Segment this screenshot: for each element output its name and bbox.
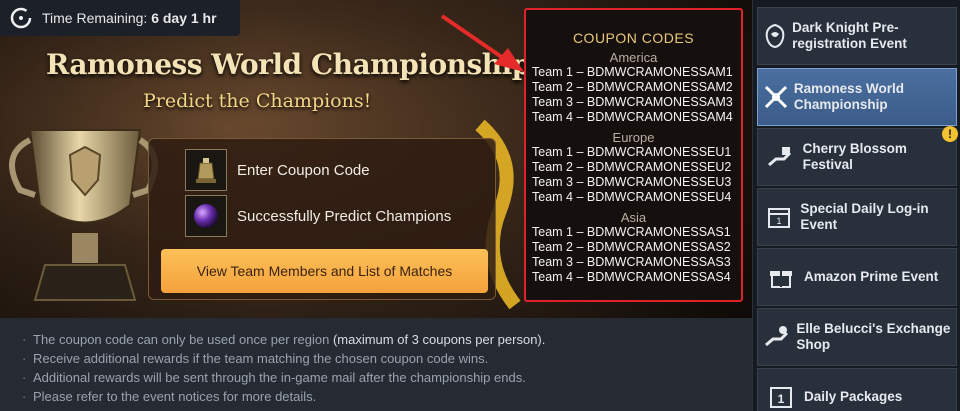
bullet-icon: ·	[22, 370, 27, 385]
note-text: Please refer to the event notices for mo…	[33, 389, 317, 404]
region-block-asia: Asia Team 1 – BDMWCRAMONESSAS1 Team 2 – …	[526, 210, 741, 285]
note-item: · Additional rewards will be sent through…	[22, 368, 752, 387]
reward-panel: Enter Coupon Code Successfully Predict C…	[148, 138, 496, 300]
sidebar-item-label: Amazon Prime Event	[804, 269, 939, 284]
svg-text:1: 1	[778, 392, 785, 406]
sidebar-item-amazon-prime[interactable]: Amazon Prime Event	[757, 248, 957, 306]
note-text: Receive additional rewards if the team m…	[33, 351, 489, 366]
view-team-members-button[interactable]: View Team Members and List of Matches	[161, 249, 488, 293]
coupon-code: Team 3 – BDMWCRAMONESSAM3	[532, 95, 733, 109]
alert-badge: !	[942, 126, 958, 142]
event-subtitle: Predict the Champions!	[143, 90, 372, 112]
coupon-code: Team 2 – BDMWCRAMONESSEU2	[532, 160, 732, 174]
bullet-icon: ·	[22, 351, 27, 366]
coupon-code: Team 2 – BDMWCRAMONESSAM2	[532, 80, 733, 94]
gift-box-icon	[758, 264, 804, 290]
time-remaining-text: Time Remaining: 6 day 1 hr	[42, 10, 217, 26]
note-item: · Please refer to the event notices for m…	[22, 387, 752, 406]
calendar-1-icon: 1	[758, 384, 804, 410]
sidebar-item-label: Cherry Blossom Festival	[802, 141, 907, 172]
region-name: Europe	[612, 130, 655, 145]
note-text: The coupon code can only be used once pe…	[33, 332, 333, 347]
coupon-code: Team 4 – BDMWCRAMONESSAS4	[532, 270, 731, 284]
coupon-code: Team 1 – BDMWCRAMONESSAM1	[532, 65, 733, 79]
reward-row: Successfully Predict Champions	[185, 195, 451, 237]
bell-jar-item-icon	[196, 158, 216, 183]
sidebar-item-dark-knight[interactable]: Dark Knight Pre-registration Event	[757, 7, 957, 65]
coupon-code: Team 1 – BDMWCRAMONESSAS1	[532, 225, 731, 239]
event-page: Time Remaining: 6 day 1 hr Ramoness Worl…	[0, 0, 960, 411]
coupon-code: Team 2 – BDMWCRAMONESSAS2	[532, 240, 731, 254]
time-remaining-bar: Time Remaining: 6 day 1 hr	[0, 0, 240, 36]
sidebar-item-ramoness[interactable]: Ramoness World Championship	[757, 68, 957, 126]
sidebar-item-label: Special Daily Log-in Event	[800, 201, 929, 232]
region-name: Asia	[620, 210, 647, 225]
coupon-codes-title: COUPON CODES	[572, 30, 695, 46]
purple-orb-item-icon	[194, 204, 218, 228]
event-banner: Time Remaining: 6 day 1 hr Ramoness Worl…	[0, 0, 752, 318]
note-item: · The coupon code can only be used once p…	[22, 330, 752, 349]
sidebar-item-label: Dark Knight Pre-registration Event	[792, 20, 907, 51]
reward-thumbnail	[185, 149, 227, 191]
sidebar-item-label: Daily Packages	[804, 389, 903, 404]
reward-row: Enter Coupon Code	[185, 149, 370, 191]
coupon-codes-box: COUPON CODES America Team 1 – BDMWCRAMON…	[524, 8, 743, 302]
coupon-code: Team 4 – BDMWCRAMONESSEU4	[532, 190, 732, 204]
clock-icon	[10, 7, 32, 29]
sidebar-item-cherry-blossom[interactable]: Cherry Blossom Festival !	[757, 126, 958, 186]
calendar-icon: 1	[758, 204, 800, 230]
sidebar-item-label: Ramoness World Championship	[793, 81, 904, 112]
note-text: Additional rewards will be sent through …	[33, 370, 526, 385]
reward-label: Successfully Predict Champions	[237, 207, 452, 225]
bullet-icon: ·	[22, 332, 27, 347]
time-remaining-value: 6 day 1 hr	[151, 10, 217, 26]
coupon-code: Team 4 – BDMWCRAMONESSAM4	[532, 110, 733, 124]
region-block-america: America Team 1 – BDMWCRAMONESSAM1 Team 2…	[526, 50, 741, 125]
sidebar-item-exchange-shop[interactable]: Elle Belucci's Exchange Shop	[757, 308, 957, 366]
reward-label: Enter Coupon Code	[237, 161, 370, 179]
sidebar-item-daily-login[interactable]: 1 Special Daily Log-in Event	[757, 188, 957, 246]
coupon-code: Team 3 – BDMWCRAMONESSAS3	[532, 255, 731, 269]
knight-emblem-icon	[758, 22, 792, 50]
trophy-icon	[9, 129, 158, 301]
crossed-swords-icon	[758, 83, 794, 111]
note-item: · Receive additional rewards if the team …	[22, 349, 752, 368]
sidebar-item-label: Elle Belucci's Exchange Shop	[796, 321, 951, 352]
region-block-europe: Europe Team 1 – BDMWCRAMONESSEU1 Team 2 …	[526, 130, 741, 205]
hand-exchange-icon	[758, 323, 796, 351]
region-name: America	[609, 50, 658, 65]
hand-gift-icon	[758, 143, 803, 171]
event-sidebar: Dark Knight Pre-registration Event Ramon…	[752, 0, 960, 411]
reward-thumbnail	[185, 195, 227, 237]
event-notes: · The coupon code can only be used once p…	[0, 318, 752, 411]
coupon-code: Team 3 – BDMWCRAMONESSEU3	[532, 175, 732, 189]
svg-text:1: 1	[777, 216, 782, 226]
sidebar-item-daily-packages[interactable]: 1 Daily Packages	[757, 368, 957, 411]
time-remaining-label: Time Remaining:	[42, 10, 148, 26]
coupon-code: Team 1 – BDMWCRAMONESSEU1	[532, 145, 732, 159]
note-highlight: (maximum of 3 coupons per person).	[332, 332, 546, 347]
red-arrow-annotation	[440, 14, 524, 72]
bullet-icon: ·	[22, 389, 27, 404]
